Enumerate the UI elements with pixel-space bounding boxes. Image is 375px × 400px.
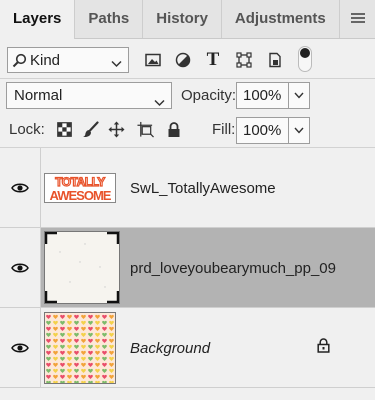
image-filter-icon[interactable]: [144, 51, 162, 69]
panel-tab-bar: Layers Paths History Adjustments: [0, 0, 375, 39]
search-icon: [8, 53, 30, 68]
eye-icon: [11, 343, 29, 352]
divider: [0, 78, 375, 79]
blend-mode-select[interactable]: Normal: [6, 82, 172, 109]
chevron-down-icon: [111, 55, 122, 72]
opacity-dropdown-button[interactable]: [289, 82, 310, 109]
layer-lock-icon: [317, 338, 330, 356]
filter-kind-value: Kind: [30, 51, 61, 69]
visibility-toggle[interactable]: [0, 308, 41, 387]
lock-image-pixels-icon[interactable]: [82, 121, 99, 138]
fill-input[interactable]: 100%: [236, 117, 289, 144]
layer-row-background[interactable]: Background: [0, 308, 375, 388]
eye-icon: [11, 183, 29, 192]
lock-label: Lock:: [9, 121, 45, 138]
chevron-down-icon: [154, 90, 165, 115]
thumb-text-top: TOTALLY: [55, 175, 105, 189]
layer-thumbnail: TOTALLY AWESOME: [44, 173, 116, 203]
tab-layers[interactable]: Layers: [0, 0, 76, 39]
layers-list: TOTALLY AWESOME SwL_TotallyAwesome prd_l…: [0, 148, 375, 400]
layer-row-swl-totallyawesome[interactable]: TOTALLY AWESOME SwL_TotallyAwesome: [0, 148, 375, 228]
filter-toggle-switch[interactable]: [298, 46, 312, 72]
filter-kind-select[interactable]: Kind: [7, 47, 129, 73]
blend-mode-value: Normal: [14, 87, 63, 104]
visibility-toggle[interactable]: [0, 148, 41, 227]
lock-all-icon[interactable]: [165, 121, 182, 138]
visibility-toggle[interactable]: [0, 228, 41, 307]
chevron-down-icon: [294, 92, 304, 99]
thumb-text-bottom: AWESOME: [50, 188, 112, 202]
lock-transparent-pixels-icon[interactable]: [56, 121, 73, 138]
chevron-down-icon: [294, 127, 304, 134]
type-filter-icon[interactable]: T: [204, 49, 222, 70]
fill-label: Fill:: [212, 121, 236, 138]
layer-name[interactable]: prd_loveyoubearymuch_pp_09: [130, 260, 336, 277]
fill-dropdown-button[interactable]: [289, 117, 310, 144]
lock-position-icon[interactable]: [108, 121, 125, 138]
tab-history[interactable]: History: [143, 0, 222, 38]
layer-name[interactable]: SwL_TotallyAwesome: [130, 180, 276, 197]
opacity-label: Opacity:: [181, 87, 237, 104]
layers-panel: Layers Paths History Adjustments Kind T …: [0, 0, 375, 400]
eye-icon: [11, 263, 29, 272]
layer-thumbnail: [44, 312, 116, 384]
lock-artboard-icon[interactable]: [137, 121, 154, 138]
layer-row-prd-loveyoubearymuch[interactable]: prd_loveyoubearymuch_pp_09: [0, 228, 375, 308]
panel-menu-icon[interactable]: [351, 13, 365, 23]
tab-adjustments[interactable]: Adjustments: [222, 0, 340, 38]
tab-paths[interactable]: Paths: [75, 0, 144, 38]
opacity-input[interactable]: 100%: [236, 82, 289, 109]
layer-name[interactable]: Background: [130, 340, 210, 357]
smart-object-filter-icon[interactable]: [266, 51, 284, 69]
layer-thumbnail: [44, 231, 120, 304]
adjustment-filter-icon[interactable]: [174, 51, 192, 69]
shape-filter-icon[interactable]: [235, 51, 253, 69]
